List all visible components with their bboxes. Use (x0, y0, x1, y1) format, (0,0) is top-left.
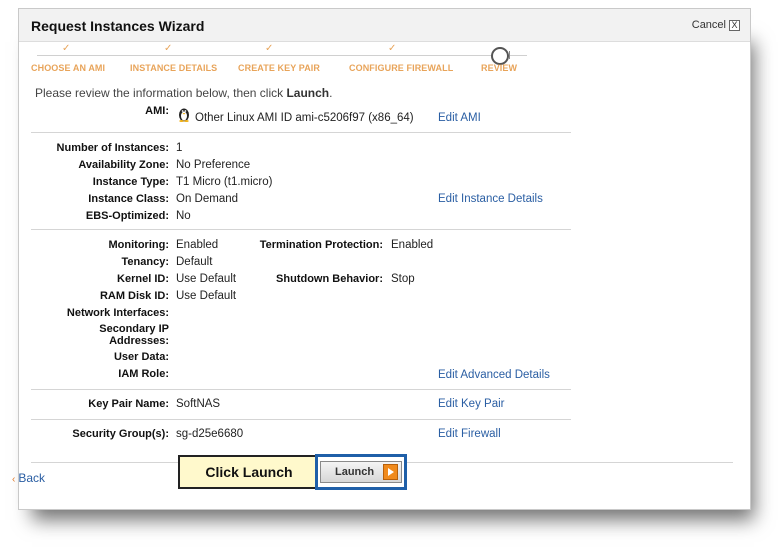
field-label: Instance Type: (92, 176, 169, 188)
step-instance-details[interactable]: INSTANCE DETAILS (130, 63, 217, 73)
field-label: IAM Role: (118, 368, 169, 380)
penguin-icon (179, 108, 189, 122)
divider (31, 229, 571, 230)
launch-button[interactable]: Launch (320, 461, 402, 483)
field-label: Instance Class: (88, 193, 169, 205)
intro-text: Please review the information below, the… (35, 86, 287, 100)
field-label: EBS-Optimized: (85, 210, 169, 222)
chevron-left-icon: ‹ (12, 474, 16, 485)
step-check-icon: ✓ (164, 43, 173, 54)
step-configure-firewall[interactable]: CONFIGURE FIREWALL (349, 63, 453, 73)
cancel-label: Cancel (691, 19, 726, 31)
step-check-icon: ✓ (388, 43, 397, 54)
field-label: Monitoring: (108, 239, 169, 251)
close-icon[interactable]: X (729, 19, 740, 31)
steps-progress-line (37, 55, 527, 56)
click-launch-callout: Click Launch (178, 455, 320, 489)
edit-ami-link[interactable]: Edit AMI (438, 112, 481, 124)
ebs-optimized-value: No (176, 210, 191, 222)
wizard-dialog: Request Instances Wizard Cancel X ✓ ✓ ✓ … (18, 8, 751, 510)
instance-type-value: T1 Micro (t1.micro) (176, 176, 273, 188)
field-label: Tenancy: (121, 256, 169, 268)
edit-instance-details-link[interactable]: Edit Instance Details (438, 193, 543, 205)
field-label: Security Group(s): (72, 428, 169, 440)
divider (31, 419, 571, 420)
tenancy-value: Default (176, 256, 213, 268)
field-label: Availability Zone: (78, 159, 169, 171)
step-review: REVIEW (481, 63, 518, 73)
field-label: Shutdown Behavior: (276, 273, 383, 285)
step-check-icon: ✓ (265, 43, 274, 54)
back-label: Back (18, 471, 46, 485)
instance-class-value: On Demand (176, 193, 239, 205)
wizard-steps: ✓ ✓ ✓ ✓ CHOOSE AN AMI INSTANCE DETAILS C… (19, 41, 750, 81)
launch-label: Launch (335, 466, 375, 478)
field-label: User Data: (113, 351, 169, 363)
monitoring-value: Enabled (176, 239, 219, 251)
step-tail (509, 51, 516, 59)
divider (31, 132, 571, 133)
review-instructions: Please review the information below, the… (35, 86, 332, 100)
field-label: Key Pair Name: (88, 398, 169, 410)
field-label: Secondary IP Addresses: (99, 323, 169, 347)
intro-suffix: . (329, 86, 333, 100)
number-of-instances-value: 1 (176, 142, 183, 154)
step-check-icon: ✓ (62, 43, 71, 54)
field-label: Network Interfaces: (66, 307, 169, 319)
step-choose-ami[interactable]: CHOOSE AN AMI (31, 63, 105, 73)
back-link[interactable]: ‹ Back (12, 471, 45, 485)
edit-firewall-link[interactable]: Edit Firewall (438, 428, 501, 440)
ami-value: Other Linux AMI ID ami-c5206f97 (x86_64) (195, 112, 414, 124)
title-bar: Request Instances Wizard Cancel X (19, 9, 750, 42)
kernel-id-value: Use Default (176, 273, 237, 285)
field-label: Kernel ID: (117, 273, 169, 285)
availability-zone-value: No Preference (176, 159, 251, 171)
ami-label: AMI: (145, 105, 169, 117)
step-create-key-pair[interactable]: CREATE KEY PAIR (238, 63, 320, 73)
ram-disk-id-value: Use Default (176, 290, 237, 302)
wizard-title: Request Instances Wizard (31, 18, 205, 34)
security-group-value: sg-d25e6680 (176, 428, 244, 440)
edit-key-pair-link[interactable]: Edit Key Pair (438, 398, 504, 410)
termination-protection-value: Enabled (391, 239, 434, 251)
edit-advanced-details-link[interactable]: Edit Advanced Details (438, 369, 550, 381)
shutdown-behavior-value: Stop (391, 273, 415, 285)
divider (31, 389, 571, 390)
field-label: Number of Instances: (56, 142, 169, 154)
field-label: RAM Disk ID: (99, 290, 169, 302)
field-label: Termination Protection: (259, 239, 383, 251)
cancel-button[interactable]: Cancel X (692, 19, 740, 31)
play-arrow-icon (383, 464, 398, 480)
intro-launch-word: Launch (286, 86, 330, 100)
key-pair-value: SoftNAS (176, 398, 221, 410)
